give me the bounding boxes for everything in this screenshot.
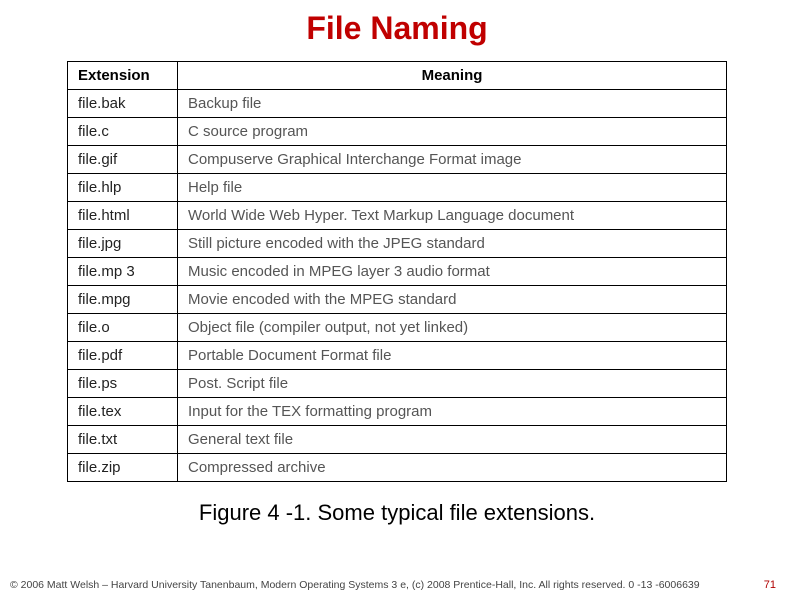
cell-meaning: Compressed archive: [178, 454, 727, 482]
cell-extension: file.gif: [68, 146, 178, 174]
cell-extension: file.mpg: [68, 286, 178, 314]
cell-meaning: Backup file: [178, 90, 727, 118]
cell-meaning: World Wide Web Hyper. Text Markup Langua…: [178, 202, 727, 230]
cell-meaning: General text file: [178, 426, 727, 454]
page-number: 71: [764, 579, 776, 591]
cell-extension: file.mp 3: [68, 258, 178, 286]
table-header-row: Extension Meaning: [68, 62, 727, 90]
table-row: file.bakBackup file: [68, 90, 727, 118]
table-row: file.oObject file (compiler output, not …: [68, 314, 727, 342]
slide-footer: © 2006 Matt Welsh – Harvard University T…: [10, 579, 784, 591]
table-row: file.zipCompressed archive: [68, 454, 727, 482]
table-row: file.psPost. Script file: [68, 370, 727, 398]
cell-extension: file.bak: [68, 90, 178, 118]
header-meaning: Meaning: [178, 62, 727, 90]
cell-extension: file.zip: [68, 454, 178, 482]
cell-extension: file.ps: [68, 370, 178, 398]
footer-copyright: © 2006 Matt Welsh – Harvard University T…: [10, 579, 700, 591]
cell-extension: file.html: [68, 202, 178, 230]
cell-meaning: Input for the TEX formatting program: [178, 398, 727, 426]
table-row: file.hlpHelp file: [68, 174, 727, 202]
table-row: file.cC source program: [68, 118, 727, 146]
cell-meaning: Compuserve Graphical Interchange Format …: [178, 146, 727, 174]
cell-meaning: Music encoded in MPEG layer 3 audio form…: [178, 258, 727, 286]
cell-extension: file.pdf: [68, 342, 178, 370]
cell-extension: file.jpg: [68, 230, 178, 258]
cell-meaning: Movie encoded with the MPEG standard: [178, 286, 727, 314]
cell-meaning: Object file (compiler output, not yet li…: [178, 314, 727, 342]
cell-meaning: Still picture encoded with the JPEG stan…: [178, 230, 727, 258]
extensions-table: Extension Meaning file.bakBackup file fi…: [67, 61, 727, 482]
table-row: file.htmlWorld Wide Web Hyper. Text Mark…: [68, 202, 727, 230]
slide-title: File Naming: [0, 10, 794, 47]
cell-extension: file.hlp: [68, 174, 178, 202]
table-row: file.jpgStill picture encoded with the J…: [68, 230, 727, 258]
cell-meaning: Portable Document Format file: [178, 342, 727, 370]
table-row: file.texInput for the TEX formatting pro…: [68, 398, 727, 426]
table-row: file.mp 3Music encoded in MPEG layer 3 a…: [68, 258, 727, 286]
cell-extension: file.c: [68, 118, 178, 146]
cell-meaning: Post. Script file: [178, 370, 727, 398]
table-row: file.txtGeneral text file: [68, 426, 727, 454]
cell-extension: file.tex: [68, 398, 178, 426]
cell-meaning: C source program: [178, 118, 727, 146]
cell-extension: file.o: [68, 314, 178, 342]
extensions-table-container: Extension Meaning file.bakBackup file fi…: [67, 61, 727, 482]
header-extension: Extension: [68, 62, 178, 90]
cell-meaning: Help file: [178, 174, 727, 202]
table-row: file.gifCompuserve Graphical Interchange…: [68, 146, 727, 174]
table-row: file.pdfPortable Document Format file: [68, 342, 727, 370]
cell-extension: file.txt: [68, 426, 178, 454]
figure-caption: Figure 4 -1. Some typical file extension…: [0, 500, 794, 526]
table-row: file.mpgMovie encoded with the MPEG stan…: [68, 286, 727, 314]
